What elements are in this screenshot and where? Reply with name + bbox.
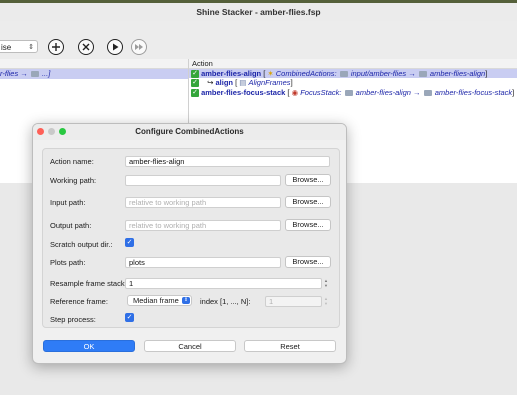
- action-output-path: amber-flies-focus-stack: [434, 87, 513, 97]
- reference-frame-select[interactable]: Median frame ⇕: [127, 295, 192, 306]
- subaction-type: AlignFrames: [248, 78, 291, 88]
- folder-icon: [344, 89, 353, 96]
- run-button[interactable]: [107, 39, 123, 55]
- action-name: amber-flies-align: [201, 69, 262, 78]
- plots-path-browse-button[interactable]: Browse...: [285, 256, 331, 268]
- job-row-text: r-flies →: [0, 69, 28, 78]
- mode-select-value: ise: [1, 43, 12, 52]
- output-path-input[interactable]: relative to working path: [125, 220, 281, 231]
- cancel-button[interactable]: Cancel: [144, 340, 236, 352]
- bracket-open: [: [261, 69, 266, 78]
- index-input[interactable]: 1: [265, 296, 322, 307]
- job-row-selected[interactable]: r-flies → ...]: [0, 69, 188, 79]
- enabled-check-icon: ✓: [191, 88, 199, 97]
- ok-button[interactable]: OK: [43, 340, 135, 352]
- bracket-close: ]: [512, 87, 515, 97]
- subaction-name: align: [215, 78, 233, 88]
- input-path-input[interactable]: relative to working path: [125, 197, 281, 208]
- focus-stack-icon: ◉: [291, 87, 299, 97]
- step-process-checkbox[interactable]: ✓: [125, 313, 134, 322]
- bracket-open: [: [233, 78, 238, 88]
- minimize-window-button[interactable]: [48, 128, 55, 135]
- dialog-title: Configure CombinedActions: [33, 124, 346, 140]
- folder-icon: [339, 71, 348, 78]
- resample-label: Resample frame stack:: [50, 279, 127, 288]
- action-row-focus-stack[interactable]: ✓ amber-flies-focus-stack [ ◉ FocusStack…: [189, 88, 517, 97]
- working-path-browse-button[interactable]: Browse...: [285, 174, 331, 186]
- plots-path-input[interactable]: plots: [125, 257, 281, 268]
- fast-forward-icon: [135, 44, 143, 50]
- add-action-button[interactable]: [48, 39, 64, 55]
- resample-stepper[interactable]: ▲ ▼: [323, 278, 329, 288]
- window-title: Shine Stacker - amber-flies.fsp: [0, 3, 517, 21]
- index-stepper[interactable]: ▲ ▼: [323, 296, 329, 306]
- job-row-suffix: ...]: [41, 69, 51, 78]
- job-list-header: [0, 59, 188, 69]
- subaction-arrow-icon: ↪: [207, 78, 214, 88]
- mode-select[interactable]: ise ⇕: [0, 40, 38, 53]
- plus-circle-icon: [52, 43, 60, 51]
- combined-actions-icon: ✶: [267, 69, 274, 78]
- reset-button[interactable]: Reset: [244, 340, 336, 352]
- action-name-label: Action name:: [50, 157, 94, 166]
- updown-icon: ⇕: [28, 44, 34, 51]
- reference-frame-value: Median frame: [133, 296, 179, 305]
- action-type: FocusStack:: [300, 87, 342, 97]
- delete-action-button[interactable]: [78, 39, 94, 55]
- play-icon: [113, 43, 119, 51]
- align-frames-icon: ▤: [239, 78, 247, 88]
- x-circle-icon: [82, 43, 90, 51]
- input-path-label: Input path:: [50, 198, 86, 207]
- action-name-input[interactable]: amber-flies-align: [125, 156, 330, 167]
- run-all-button[interactable]: [131, 39, 147, 55]
- step-process-label: Step process:: [50, 315, 96, 324]
- working-path-input[interactable]: [125, 175, 281, 186]
- action-output-path: amber-flies-align: [429, 69, 486, 78]
- toolbar: [0, 21, 517, 60]
- plots-path-label: Plots path:: [50, 258, 86, 267]
- input-path-browse-button[interactable]: Browse...: [285, 196, 331, 208]
- index-label: index [1, ..., N]:: [200, 297, 251, 306]
- updown-icon: ⇕: [182, 297, 190, 304]
- bracket-close: ]: [485, 69, 488, 78]
- action-input-path: amber-flies-align →: [355, 87, 421, 97]
- output-path-label: Output path:: [50, 221, 92, 230]
- folder-icon: [418, 71, 427, 78]
- scratch-output-label: Scratch output dir.:: [50, 240, 113, 249]
- resample-input[interactable]: 1: [125, 278, 322, 289]
- enabled-check-icon: ✓: [191, 70, 199, 79]
- output-path-browse-button[interactable]: Browse...: [285, 219, 331, 231]
- action-type: CombinedActions:: [275, 69, 337, 78]
- bracket-close: ]: [290, 78, 293, 88]
- action-input-path: input/amber-flies →: [350, 69, 416, 78]
- action-row-align[interactable]: ✓ ↪ align [ ▤ AlignFrames]: [189, 78, 517, 88]
- folder-icon: [423, 89, 432, 96]
- action-column-header: Action: [189, 59, 517, 69]
- configure-dialog: Configure CombinedActions Action name: a…: [32, 123, 347, 364]
- action-name: amber-flies-focus-stack: [201, 87, 286, 97]
- action-row-combined[interactable]: ✓ amber-flies-align [ ✶ CombinedActions:…: [189, 69, 517, 79]
- zoom-window-button[interactable]: [59, 128, 66, 135]
- working-path-label: Working path:: [50, 176, 97, 185]
- folder-icon: [30, 71, 39, 78]
- scratch-output-checkbox[interactable]: ✓: [125, 238, 134, 247]
- close-window-button[interactable]: [37, 128, 44, 135]
- reference-frame-label: Reference frame:: [50, 297, 108, 306]
- enabled-check-icon: ✓: [191, 79, 199, 88]
- bracket-open: [: [285, 87, 290, 97]
